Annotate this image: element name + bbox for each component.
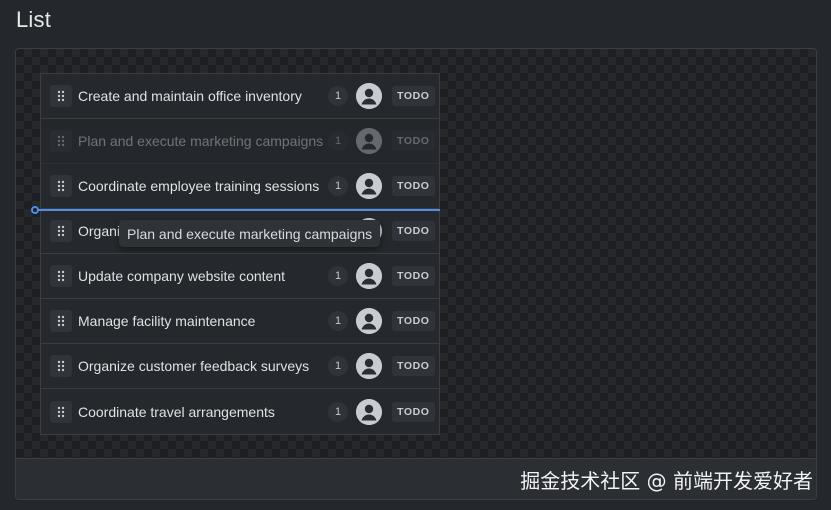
user-avatar-icon[interactable] <box>356 263 382 289</box>
item-title: Update company website content <box>78 268 286 284</box>
drag-handle-icon[interactable] <box>50 310 72 332</box>
list-canvas: Create and maintain office inventory 1 T… <box>16 49 816 459</box>
item-title: Manage facility maintenance <box>78 313 256 329</box>
drag-handle-icon[interactable] <box>50 265 72 287</box>
user-avatar-icon[interactable] <box>356 173 382 199</box>
item-title: Organize customer feedback surveys <box>78 358 310 374</box>
list-item[interactable]: Organize customer feedback surveys 1 TOD… <box>41 344 439 389</box>
drag-handle-icon[interactable] <box>50 355 72 377</box>
drop-indicator-dot <box>31 206 39 214</box>
watermark: 掘金技术社区 @ 前端开发爱好者 <box>520 469 813 493</box>
status-badge[interactable]: TODO <box>392 176 435 196</box>
drag-preview-tooltip: Plan and execute marketing campaigns <box>119 220 381 247</box>
item-count-badge: 1 <box>328 86 348 106</box>
drop-indicator <box>31 206 440 214</box>
item-title: Create and maintain office inventory <box>78 88 302 104</box>
drag-handle-icon[interactable] <box>50 400 72 423</box>
user-avatar-icon[interactable] <box>356 308 382 334</box>
status-badge[interactable]: TODO <box>392 311 435 331</box>
item-title: Coordinate travel arrangements <box>78 403 275 420</box>
item-title: Plan and execute marketing campaigns <box>78 133 324 149</box>
item-count-badge: 1 <box>328 311 348 331</box>
item-count-badge: 1 <box>328 356 348 376</box>
status-badge[interactable]: TODO <box>392 356 435 376</box>
list-item[interactable]: Create and maintain office inventory 1 T… <box>41 74 439 119</box>
status-badge[interactable]: TODO <box>392 221 435 241</box>
list-item[interactable]: Manage facility maintenance 1 TODO <box>41 299 439 344</box>
status-badge[interactable]: TODO <box>392 131 435 151</box>
task-list: Create and maintain office inventory 1 T… <box>40 73 440 435</box>
list-panel: Create and maintain office inventory 1 T… <box>15 48 817 500</box>
list-item[interactable]: Update company website content 1 TODO <box>41 254 439 299</box>
drag-handle-icon[interactable] <box>50 130 72 152</box>
status-badge[interactable]: TODO <box>392 266 435 286</box>
user-avatar-icon[interactable] <box>356 83 382 109</box>
status-badge[interactable]: TODO <box>392 401 435 422</box>
item-count-badge: 1 <box>328 176 348 196</box>
item-count-badge: 1 <box>328 266 348 286</box>
user-avatar-icon[interactable] <box>356 353 382 379</box>
list-item[interactable]: Coordinate travel arrangements 1 TODO <box>41 389 439 434</box>
drag-handle-icon[interactable] <box>50 85 72 107</box>
status-badge[interactable]: TODO <box>392 86 435 106</box>
drag-handle-icon[interactable] <box>50 220 72 242</box>
item-count-badge: 1 <box>328 131 348 151</box>
item-count-badge: 1 <box>328 401 348 422</box>
list-item[interactable]: Coordinate employee training sessions 1 … <box>41 164 439 209</box>
drag-handle-icon[interactable] <box>50 175 72 197</box>
list-item-ghost: Plan and execute marketing campaigns 1 T… <box>41 119 439 164</box>
user-avatar-icon[interactable] <box>356 128 382 154</box>
page-title: List <box>16 7 52 32</box>
item-title: Coordinate employee training sessions <box>78 178 320 194</box>
user-avatar-icon[interactable] <box>356 398 382 425</box>
